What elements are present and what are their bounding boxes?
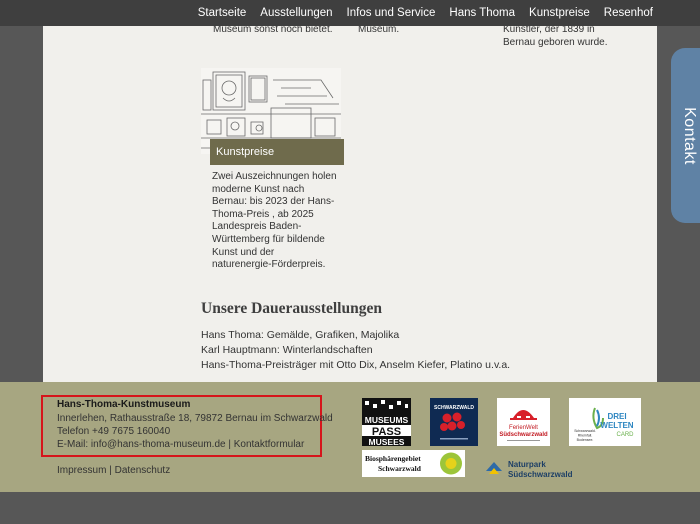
svg-text:Biosphärengebiet: Biosphärengebiet (365, 454, 421, 463)
museumspass-logo[interactable]: MUSEUMS PASS MUSEES (362, 398, 411, 447)
nav-kunstpreise[interactable]: Kunstpreise (522, 0, 597, 26)
exhibition-list: Hans Thoma: Gemälde, Grafiken, Majolika … (201, 328, 510, 373)
svg-text:Naturpark: Naturpark (508, 460, 546, 469)
svg-text:Schwarzwald: Schwarzwald (378, 464, 422, 473)
kunstpreise-description: Zwei Auszeichnungen holen moderne Kunst … (212, 171, 337, 271)
footer-bottom-bar (0, 492, 700, 524)
svg-text:Südschwarzwald: Südschwarzwald (508, 470, 573, 479)
svg-text:WELTEN: WELTEN (600, 421, 633, 430)
nav-infos-service[interactable]: Infos und Service (340, 0, 443, 26)
main-menu: Startseite Ausstellungen Infos und Servi… (191, 0, 660, 26)
ferienwelt-logo[interactable]: FerienWelt Südschwarzwald (497, 398, 550, 446)
list-item: Karl Hauptmann: Winterlandschaften (201, 344, 373, 356)
kontakt-tab[interactable]: Kontakt (671, 48, 700, 223)
kunstpreise-caption[interactable]: Kunstpreise (210, 139, 344, 165)
svg-text:DREI: DREI (607, 412, 626, 421)
section-title: Unsere Dauerausstellungen (201, 300, 382, 317)
card-text-snippet: Künstler, der 1839 in Bernau geboren wur… (503, 26, 608, 48)
dreiweltencard-logo[interactable]: DREI WELTEN CARD Schwarzwald. Rheinfall.… (569, 398, 641, 446)
svg-text:Schwarzwald.: Schwarzwald. (574, 429, 596, 433)
svg-text:FerienWelt: FerienWelt (509, 425, 538, 431)
address: Innerlehen, Rathausstraße 18, 79872 Bern… (57, 413, 333, 424)
email-link[interactable]: info@hans-thoma-museum.de (91, 439, 226, 450)
museum-name: Hans-Thoma-Kunstmuseum (57, 399, 191, 410)
svg-text:Rheinfall.: Rheinfall. (578, 434, 593, 438)
impressum-link[interactable]: Impressum (57, 465, 106, 476)
nav-startseite[interactable]: Startseite (191, 0, 254, 26)
datenschutz-link[interactable]: Datenschutz (115, 465, 171, 476)
svg-text:CARD: CARD (616, 432, 634, 438)
nav-resenhof[interactable]: Resenhof (597, 0, 660, 26)
contact-form-link[interactable]: Kontaktformular (234, 439, 305, 450)
legal-links: Impressum | Datenschutz (57, 465, 171, 476)
kontakt-label: Kontakt (681, 106, 698, 165)
email-line: E-Mail: info@hans-thoma-museum.de | Kont… (57, 439, 305, 450)
schwarzwald-logo[interactable]: SCHWARZWALD (430, 398, 478, 446)
phone: Telefon +49 7675 160040 (57, 426, 171, 437)
svg-text:SCHWARZWALD: SCHWARZWALD (434, 405, 474, 411)
list-item: Hans Thoma: Gemälde, Grafiken, Majolika (201, 329, 400, 341)
naturpark-logo[interactable]: Naturpark Südschwarzwald (484, 456, 574, 482)
list-item: Hans-Thoma-Preisträger mit Otto Dix, Ans… (201, 359, 511, 371)
svg-text:MUSEES: MUSEES (369, 437, 405, 446)
nav-hans-thoma[interactable]: Hans Thoma (442, 0, 522, 26)
card-text-snippet: Museum sonst noch bietet. (213, 26, 333, 35)
svg-text:MUSEUMS: MUSEUMS (365, 415, 409, 425)
main-content: Museum sonst noch bietet. Museum. Künstl… (43, 26, 657, 382)
svg-text:Südschwarzwald: Südschwarzwald (499, 432, 548, 438)
biosphaerengebiet-logo[interactable]: Biosphärengebiet Schwarzwald (362, 450, 465, 477)
svg-text:Bodensee.: Bodensee. (577, 438, 594, 442)
top-navigation: Startseite Ausstellungen Infos und Servi… (0, 0, 700, 26)
card-text-snippet: Museum. (358, 26, 400, 35)
nav-ausstellungen[interactable]: Ausstellungen (253, 0, 339, 26)
